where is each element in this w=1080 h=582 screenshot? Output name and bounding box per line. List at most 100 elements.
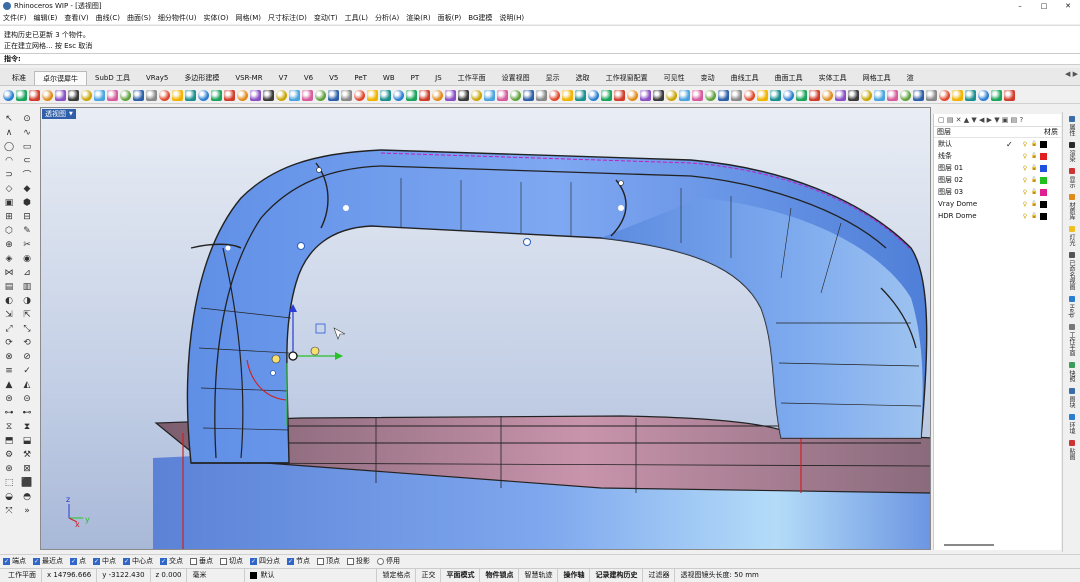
lightbulb-icon[interactable]: ♀ (1022, 141, 1028, 148)
toolbar-tool-icon[interactable] (874, 89, 885, 101)
perspective-viewport[interactable]: 透视图 ▼ z y x (40, 107, 931, 550)
toolbar-tab[interactable]: 多边形建模 (176, 71, 227, 85)
right-panel-tab[interactable]: 环境 (1064, 411, 1080, 436)
toolbar-tool-icon[interactable] (887, 89, 898, 101)
toolbar-tool-icon[interactable] (510, 89, 521, 101)
viewport-title-tab[interactable]: 透视图 ▼ (42, 109, 76, 119)
toolbar-tool-icon[interactable] (900, 89, 911, 101)
toolbar-tab[interactable]: 可见性 (656, 71, 693, 85)
lightbulb-icon[interactable]: ♀ (1022, 165, 1028, 172)
toolbar-tab[interactable]: V5 (321, 71, 346, 85)
toolbar-tool-icon[interactable] (458, 89, 469, 101)
layer-color-swatch[interactable] (1040, 176, 1047, 184)
toolbar-tool-icon[interactable] (276, 89, 287, 101)
toolbar-tab[interactable]: 网格工具 (855, 71, 899, 85)
lightbulb-icon[interactable]: ♀ (1022, 201, 1028, 208)
left-tool-icon[interactable]: ◈ (2, 252, 16, 265)
lightbulb-icon[interactable]: ♀ (1022, 189, 1028, 196)
layer-color-swatch[interactable] (1040, 164, 1047, 172)
osnap-checkbox[interactable] (220, 557, 227, 565)
layer-color-swatch[interactable] (1040, 140, 1047, 148)
left-tool-icon[interactable]: ≡ (2, 364, 16, 377)
toolbar-tool-icon[interactable] (666, 89, 677, 101)
close-button[interactable]: ✕ (1056, 0, 1080, 12)
toolbar-tool-icon[interactable] (224, 89, 235, 101)
toolbar-tool-icon[interactable] (926, 89, 937, 101)
toolbar-tab[interactable]: 工作平面 (450, 71, 494, 85)
toolbar-tool-icon[interactable] (549, 89, 560, 101)
toolbar-tool-icon[interactable] (991, 89, 1002, 101)
right-panel-tab[interactable]: Help (1064, 293, 1080, 320)
left-tool-icon[interactable]: ⇱ (20, 308, 34, 321)
status-osnap[interactable]: 物件锁点 (480, 568, 520, 582)
layer-row[interactable]: Vray Dome ♀ 🔓 (934, 198, 1061, 210)
toolbar-tool-icon[interactable] (679, 89, 690, 101)
toolbar-tool-icon[interactable] (978, 89, 989, 101)
status-history[interactable]: 记录建构历史 (590, 568, 644, 582)
left-tool-icon[interactable]: ⟲ (20, 336, 34, 349)
toolbar-tab[interactable]: VSR-MR (227, 71, 270, 85)
left-tool-icon[interactable]: ⊃ (2, 168, 16, 181)
osnap-checkbox[interactable]: ✓ (70, 557, 77, 565)
toolbar-tab[interactable]: 工作视窗配置 (598, 71, 656, 85)
left-tool-icon[interactable]: ◉ (20, 252, 34, 265)
left-tool-icon[interactable]: ⊟ (20, 210, 34, 223)
toolbar-tab[interactable]: PT (403, 71, 428, 85)
left-tool-icon[interactable]: ◭ (20, 378, 34, 391)
left-tool-icon[interactable]: ⊛ (2, 462, 16, 475)
toolbar-tab[interactable]: 设置视图 (494, 71, 538, 85)
layer-column-material[interactable]: 材质 (1044, 127, 1058, 137)
left-tool-icon[interactable]: ▥ (20, 280, 34, 293)
right-panel-tab[interactable]: 快照 (1064, 359, 1080, 384)
left-tool-icon[interactable]: ⊿ (20, 266, 34, 279)
left-tool-icon[interactable]: ⊜ (2, 392, 16, 405)
toolbar-tab[interactable]: WB (375, 71, 403, 85)
left-tool-icon[interactable]: ∧ (2, 126, 16, 139)
toolbar-tab[interactable]: VRay5 (138, 71, 176, 85)
left-tool-icon[interactable]: ⇲ (2, 308, 16, 321)
left-tool-icon[interactable]: ⬛ (20, 476, 34, 489)
toolbar-tool-icon[interactable] (445, 89, 456, 101)
toolbar-tool-icon[interactable] (250, 89, 261, 101)
osnap-project[interactable]: 投影 (347, 556, 370, 566)
toolbar-tool-icon[interactable] (640, 89, 651, 101)
toolbar-tab[interactable]: 显示 (538, 71, 568, 85)
osnap-checkbox[interactable]: ✓ (93, 557, 100, 565)
toolbar-tab[interactable]: 曲面工具 (767, 71, 811, 85)
left-tool-icon[interactable]: ⬓ (20, 434, 34, 447)
toolbar-tool-icon[interactable] (562, 89, 573, 101)
menu-item[interactable]: 查看(V) (64, 13, 88, 23)
toolbar-tool-icon[interactable] (198, 89, 209, 101)
toolbar-tool-icon[interactable] (94, 89, 105, 101)
toolbar-tool-icon[interactable] (432, 89, 443, 101)
left-tool-icon[interactable]: ⌒ (20, 168, 34, 181)
left-tool-icon[interactable]: ◯ (2, 140, 16, 153)
layer-row[interactable]: 图层 02 ♀ 🔓 (934, 174, 1061, 186)
toolbar-tab[interactable]: 曲线工具 (723, 71, 767, 85)
lightbulb-icon[interactable]: ♀ (1022, 213, 1028, 220)
menu-item[interactable]: 变动(T) (314, 13, 338, 23)
toolbar-tool-icon[interactable] (718, 89, 729, 101)
toolbar-tool-icon[interactable] (354, 89, 365, 101)
layer-row[interactable]: 图层 03 ♀ 🔓 (934, 186, 1061, 198)
status-filter[interactable]: 过滤器 (643, 568, 676, 582)
lock-icon[interactable]: 🔓 (1031, 153, 1037, 160)
left-tool-icon[interactable]: ⊗ (2, 350, 16, 363)
left-tool-icon[interactable]: ⬒ (2, 434, 16, 447)
left-tool-icon[interactable]: ⊞ (2, 210, 16, 223)
toolbar-tool-icon[interactable] (627, 89, 638, 101)
right-panel-tab[interactable]: 图块 (1064, 385, 1080, 410)
menu-item[interactable]: 渲染(R) (406, 13, 430, 23)
toolbar-tool-icon[interactable] (120, 89, 131, 101)
left-tool-icon[interactable]: ⊙ (20, 112, 34, 125)
lock-icon[interactable]: 🔓 (1031, 189, 1037, 196)
toolbar-tool-icon[interactable] (159, 89, 170, 101)
layer-color-swatch[interactable] (1040, 152, 1047, 160)
layer-row[interactable]: HDR Dome ♀ 🔓 (934, 210, 1061, 222)
toolbar-tool-icon[interactable] (822, 89, 833, 101)
osnap-4[interactable]: ✓ 中心点 (123, 556, 153, 566)
left-tool-icon[interactable]: ⊕ (2, 238, 16, 251)
menu-item[interactable]: 面板(P) (438, 13, 462, 23)
toolbar-tab[interactable]: JS (427, 71, 450, 85)
toolbar-tool-icon[interactable] (523, 89, 534, 101)
